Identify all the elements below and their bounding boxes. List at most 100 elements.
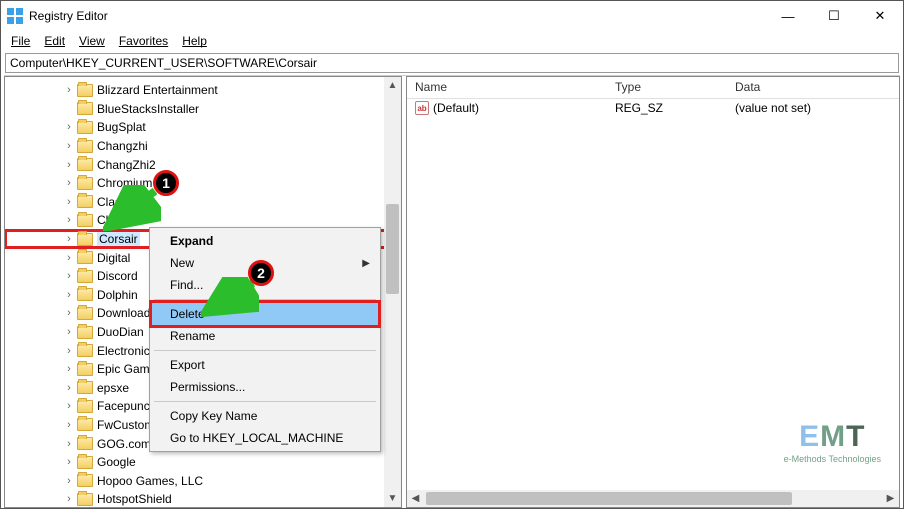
tree-item[interactable]: ›Chromium	[5, 174, 401, 193]
expander-icon[interactable]: ›	[63, 177, 75, 189]
context-goto[interactable]: Go to HKEY_LOCAL_MACHINE	[152, 427, 378, 449]
expander-icon[interactable]: ›	[63, 84, 75, 96]
scroll-up-icon[interactable]: ▲	[384, 77, 401, 94]
tree-label: Discord	[97, 269, 138, 283]
expander-icon[interactable]: ›	[63, 252, 75, 264]
expander-icon[interactable]: ›	[63, 382, 75, 394]
close-button[interactable]: ✕	[857, 1, 903, 31]
expander-icon[interactable]: ›	[63, 493, 75, 505]
expander-icon[interactable]: ›	[63, 363, 75, 375]
expander-icon[interactable]: ›	[63, 438, 75, 450]
expander-icon[interactable]: ›	[63, 196, 75, 208]
expander-icon[interactable]: ›	[63, 475, 75, 487]
folder-icon	[77, 493, 93, 506]
tree-item[interactable]: ›Google	[5, 453, 401, 472]
tree-item[interactable]: ›Classes	[5, 193, 401, 212]
expander-icon[interactable]: ›	[63, 159, 75, 171]
tree-item[interactable]: › BugSplat	[5, 118, 401, 137]
tree-pane: › Blizzard Entertainment BlueStacksInstall…	[4, 76, 402, 508]
watermark: EMT e-Methods Technologies	[784, 420, 881, 464]
expander-icon[interactable]: ›	[63, 140, 75, 152]
context-export[interactable]: Export	[152, 354, 378, 376]
folder-icon	[77, 418, 93, 431]
annotation-arrow-1	[103, 185, 161, 231]
tree-label: BugSplat	[97, 120, 146, 134]
watermark-sub: e-Methods Technologies	[784, 454, 881, 464]
address-bar[interactable]: Computer\HKEY_CURRENT_USER\SOFTWARE\Cors…	[5, 53, 899, 73]
list-header: Name Type Data	[407, 77, 899, 99]
tree-item[interactable]: ›HotspotShield	[5, 490, 401, 508]
tree-item[interactable]: › Hopoo Games, LLC	[5, 471, 401, 490]
expander-icon[interactable]: ›	[63, 233, 75, 245]
tree-scrollbar[interactable]: ▲ ▼	[384, 77, 401, 507]
menu-file[interactable]: File	[5, 33, 36, 49]
annotation-badge-1: 1	[153, 170, 179, 196]
context-copy-key-name[interactable]: Copy Key Name	[152, 405, 378, 427]
folder-icon	[77, 158, 93, 171]
tree-label: FwCustom	[97, 418, 154, 432]
expander-icon[interactable]: ›	[63, 214, 75, 226]
col-data[interactable]: Data	[727, 77, 899, 98]
expander-icon[interactable]: ›	[63, 121, 75, 133]
expander-icon[interactable]: ›	[63, 326, 75, 338]
expander-icon[interactable]: ›	[63, 456, 75, 468]
maximize-button[interactable]: ☐	[811, 1, 857, 31]
folder-icon	[77, 437, 93, 450]
tree-label: BlueStacksInstaller	[97, 102, 199, 116]
context-expand[interactable]: Expand	[152, 230, 378, 252]
regedit-icon	[7, 8, 23, 24]
menu-favorites[interactable]: Favorites	[113, 33, 174, 49]
col-name[interactable]: Name	[407, 77, 607, 98]
menu-help[interactable]: Help	[176, 33, 213, 49]
menu-view[interactable]: View	[73, 33, 111, 49]
col-type[interactable]: Type	[607, 77, 727, 98]
expander-icon[interactable]: ›	[63, 345, 75, 357]
expander-icon[interactable]: ›	[63, 419, 75, 431]
reg-string-icon: ab	[415, 101, 429, 115]
tree-label: Blizzard Entertainment	[97, 83, 218, 97]
folder-icon	[77, 270, 93, 283]
folder-icon	[77, 474, 93, 487]
context-new-label: New	[170, 256, 194, 270]
context-rename[interactable]: Rename	[152, 325, 378, 347]
hscroll-thumb[interactable]	[426, 492, 792, 505]
tree-label: Downloads	[97, 306, 156, 320]
value-data: (value not set)	[727, 101, 899, 115]
expander-icon[interactable]: ›	[63, 400, 75, 412]
folder-icon	[77, 177, 93, 190]
tree-item[interactable]: ›ChangZhi2	[5, 155, 401, 174]
tree-item[interactable]: BlueStacksInstaller	[5, 100, 401, 119]
annotation-arrow-2	[201, 277, 259, 317]
scroll-track[interactable]	[384, 94, 401, 490]
list-row[interactable]: ab (Default) REG_SZ (value not set)	[407, 99, 899, 117]
tree-label: Hopoo Games, LLC	[97, 474, 203, 488]
annotation-badge-2: 2	[248, 260, 274, 286]
folder-icon	[77, 251, 93, 264]
value-name: (Default)	[433, 101, 479, 115]
menu-edit[interactable]: Edit	[38, 33, 71, 49]
minimize-button[interactable]: —	[765, 1, 811, 31]
scroll-right-icon[interactable]: ▶	[882, 490, 899, 507]
context-permissions[interactable]: Permissions...	[152, 376, 378, 398]
folder-icon	[77, 344, 93, 357]
folder-icon	[77, 456, 93, 469]
tree-label: GOG.com	[97, 437, 151, 451]
list-hscrollbar[interactable]: ◀ ▶	[407, 490, 899, 507]
scroll-thumb[interactable]	[386, 204, 399, 294]
folder-icon	[77, 326, 93, 339]
tree-label: DuoDian	[97, 325, 144, 339]
list-pane: Name Type Data ab (Default) REG_SZ (valu…	[406, 76, 900, 508]
context-delete[interactable]: Delete	[152, 303, 378, 325]
scroll-left-icon[interactable]: ◀	[407, 490, 424, 507]
tree-label: Changzhi	[97, 139, 148, 153]
title-bar: Registry Editor — ☐ ✕	[1, 1, 903, 31]
expander-icon[interactable]: ›	[63, 270, 75, 282]
folder-icon	[77, 363, 93, 376]
scroll-down-icon[interactable]: ▼	[384, 490, 401, 507]
expander-icon[interactable]: ›	[63, 289, 75, 301]
expander-icon[interactable]: ›	[63, 307, 75, 319]
tree-label: Corsair	[97, 232, 140, 246]
tree-item[interactable]: › Blizzard Entertainment	[5, 81, 401, 100]
tree-item[interactable]: › Changzhi	[5, 137, 401, 156]
folder-icon	[77, 288, 93, 301]
